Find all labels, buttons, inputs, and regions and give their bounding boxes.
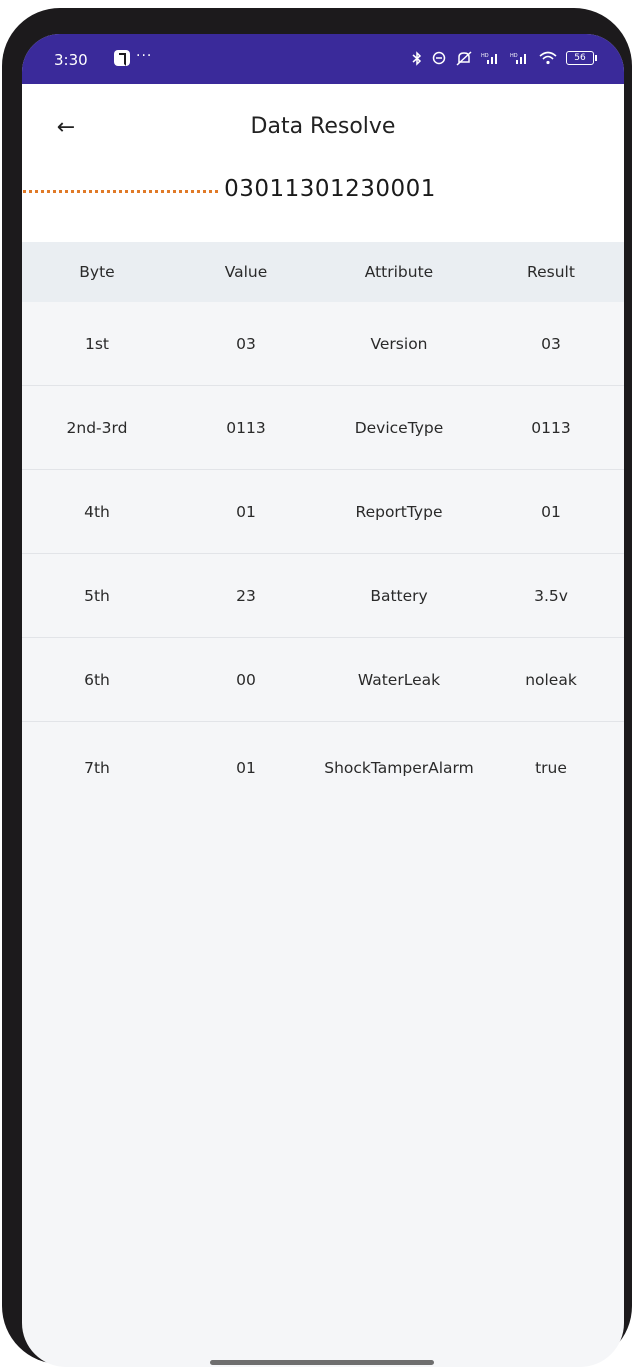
cell-attribute: ReportType bbox=[355, 502, 443, 521]
app-header: ← Data Resolve 03011301230001 bbox=[22, 84, 624, 242]
cell-attribute: Battery bbox=[370, 586, 428, 605]
cell-byte: 4th bbox=[84, 502, 110, 521]
svg-text:HD: HD bbox=[481, 53, 489, 59]
phone-frame: 3:30 ··· HD HD 56 ← Data Resolve 0301130… bbox=[2, 8, 632, 1367]
screen: 3:30 ··· HD HD 56 ← Data Resolve 0301130… bbox=[22, 34, 624, 1367]
cell-byte: 2nd-3rd bbox=[66, 418, 128, 437]
table-row: 6th 00 WaterLeak noleak bbox=[22, 638, 624, 722]
wifi-icon bbox=[539, 51, 557, 65]
table-row: 7th 01 ShockTamperAlarm true bbox=[22, 722, 624, 814]
header-attribute: Attribute bbox=[364, 263, 434, 281]
status-time: 3:30 bbox=[54, 51, 88, 69]
table-row: 2nd-3rd 0113 DeviceType 0113 bbox=[22, 386, 624, 470]
tiktok-icon bbox=[114, 50, 130, 66]
header-byte: Byte bbox=[79, 263, 115, 281]
header-result: Result bbox=[527, 263, 575, 281]
table-row: 1st 03 Version 03 bbox=[22, 302, 624, 386]
cell-value: 23 bbox=[236, 586, 256, 605]
resolve-table: Byte Value Attribute Result 1st 03 Versi… bbox=[22, 242, 624, 814]
signal-icon: HD bbox=[481, 53, 497, 64]
signal-icon: HD bbox=[510, 53, 526, 64]
link-icon bbox=[432, 51, 446, 65]
cell-value: 01 bbox=[236, 502, 256, 521]
cell-result: noleak bbox=[525, 670, 577, 689]
status-bar: 3:30 ··· HD HD 56 bbox=[22, 34, 624, 84]
cell-result: 01 bbox=[541, 502, 561, 521]
cell-attribute: WaterLeak bbox=[357, 670, 441, 689]
header-value: Value bbox=[224, 263, 268, 281]
raw-data-value: 03011301230001 bbox=[224, 176, 436, 202]
cell-byte: 7th bbox=[84, 759, 110, 777]
cell-result: true bbox=[535, 759, 567, 777]
cell-byte: 6th bbox=[84, 670, 110, 689]
cell-byte: 1st bbox=[84, 334, 109, 353]
more-notifications-icon: ··· bbox=[136, 48, 153, 64]
battery-icon: 56 bbox=[566, 51, 597, 65]
cell-result: 0113 bbox=[531, 418, 571, 437]
cell-value: 01 bbox=[236, 759, 256, 777]
cell-value: 0113 bbox=[226, 418, 266, 437]
cell-attribute: ShockTamperAlarm bbox=[324, 759, 474, 777]
page-title: Data Resolve bbox=[250, 114, 396, 139]
table-row: 4th 01 ReportType 01 bbox=[22, 470, 624, 554]
svg-text:HD: HD bbox=[510, 53, 518, 59]
cell-result: 03 bbox=[541, 334, 561, 353]
cell-value: 03 bbox=[236, 334, 256, 353]
mute-icon bbox=[456, 50, 472, 66]
bluetooth-icon bbox=[412, 50, 422, 66]
cell-result: 3.5v bbox=[534, 586, 568, 605]
status-icons: HD HD 56 bbox=[412, 47, 597, 69]
home-indicator[interactable] bbox=[210, 1360, 434, 1365]
table-row: 5th 23 Battery 3.5v bbox=[22, 554, 624, 638]
cell-byte: 5th bbox=[84, 586, 110, 605]
cell-value: 00 bbox=[236, 670, 256, 689]
cell-attribute: Version bbox=[370, 334, 428, 353]
table-header: Byte Value Attribute Result bbox=[22, 242, 624, 302]
cell-attribute: DeviceType bbox=[354, 418, 444, 437]
